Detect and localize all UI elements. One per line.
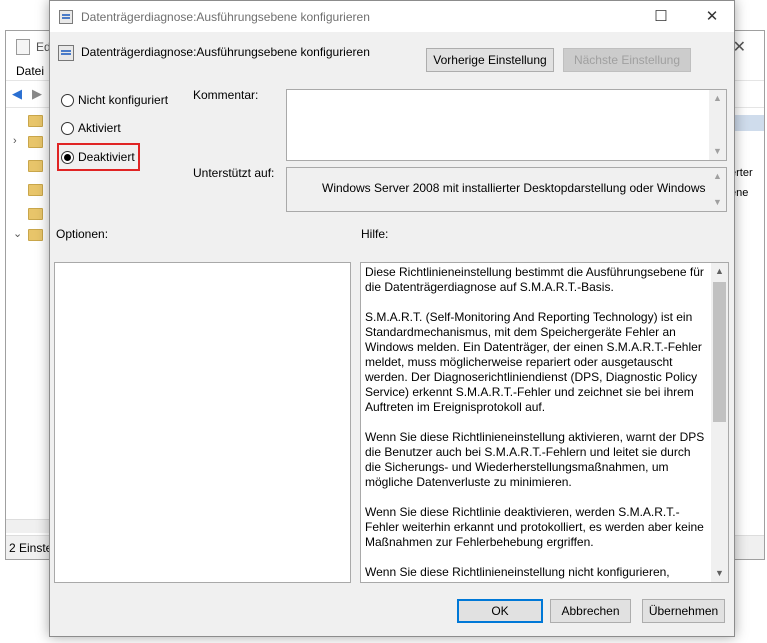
options-label: Optionen: xyxy=(56,227,109,241)
radio-enabled[interactable]: Aktiviert xyxy=(61,119,121,137)
background-window-title: Edi xyxy=(16,39,53,55)
dialog-titlebar: Datenträgerdiagnose:Ausführungsebene kon… xyxy=(50,1,734,32)
scroll-down-icon[interactable]: ▼ xyxy=(709,143,726,160)
comment-textbox[interactable]: ▲ ▼ xyxy=(286,89,727,161)
folder-icon[interactable] xyxy=(28,229,43,241)
help-paragraph: Wenn Sie diese Richtlinieneinstellung ak… xyxy=(365,430,705,489)
selection-highlight-box xyxy=(57,143,140,171)
scroll-down-icon[interactable]: ▼ xyxy=(709,194,726,211)
scroll-up-icon[interactable]: ▲ xyxy=(711,263,728,280)
policy-header-title: Datenträgerdiagnose:Ausführungsebene kon… xyxy=(81,45,370,59)
policy-settings-dialog: Datenträgerdiagnose:Ausführungsebene kon… xyxy=(49,0,735,637)
help-label: Hilfe: xyxy=(361,227,389,241)
help-paragraph: Diese Richtlinieneinstellung bestimmt di… xyxy=(365,265,704,294)
supported-on-box: Windows Server 2008 mit installierter De… xyxy=(286,167,727,212)
folder-icon[interactable] xyxy=(28,184,43,196)
radio-label: Aktiviert xyxy=(78,121,121,135)
supported-on-text: Windows Server 2008 mit installierter De… xyxy=(322,181,706,195)
scroll-thumb[interactable] xyxy=(713,282,726,422)
policy-icon xyxy=(59,10,73,24)
help-paragraph: Wenn Sie diese Richtlinie deaktivieren, … xyxy=(365,505,704,549)
radio-label: Nicht konfiguriert xyxy=(78,93,169,107)
horizontal-scrollbar[interactable] xyxy=(6,519,50,533)
folder-icon[interactable] xyxy=(28,115,43,127)
document-icon xyxy=(16,39,30,55)
selected-row-highlight xyxy=(730,115,764,131)
supported-label: Unterstützt auf: xyxy=(193,166,275,180)
ok-button[interactable]: OK xyxy=(457,599,543,623)
help-paragraph: Wenn Sie diese Richtlinieneinstellung ni… xyxy=(365,565,670,579)
previous-setting-button[interactable]: Vorherige Einstellung xyxy=(426,48,554,72)
radio-button-icon[interactable] xyxy=(61,121,74,135)
back-arrow-icon[interactable]: ◀ xyxy=(12,87,26,100)
options-panel xyxy=(54,262,351,583)
help-text: Diese Richtlinieneinstellung bestimmt di… xyxy=(365,265,709,582)
folder-icon[interactable] xyxy=(28,160,43,172)
supported-scrollbar[interactable]: ▲ ▼ xyxy=(709,168,726,211)
next-setting-button[interactable]: Nächste Einstellung xyxy=(563,48,691,72)
cancel-button[interactable]: Abbrechen xyxy=(550,599,631,623)
scroll-up-icon[interactable]: ▲ xyxy=(709,168,726,185)
policy-header-icon xyxy=(58,45,74,61)
scroll-up-icon[interactable]: ▲ xyxy=(709,90,726,107)
help-scrollbar[interactable]: ▲ ▼ xyxy=(711,263,728,582)
close-icon[interactable]: ✕ xyxy=(689,1,735,32)
comment-label: Kommentar: xyxy=(193,88,259,102)
maximize-icon[interactable]: ☐ xyxy=(638,1,684,32)
help-paragraph: S.M.A.R.T. (Self-Monitoring And Reportin… xyxy=(365,310,702,414)
help-panel: Diese Richtlinieneinstellung bestimmt di… xyxy=(360,262,729,583)
folder-icon[interactable] xyxy=(28,136,43,148)
radio-button-icon[interactable] xyxy=(61,93,74,107)
dialog-title: Datenträgerdiagnose:Ausführungsebene kon… xyxy=(81,10,370,24)
collapse-arrow-icon[interactable]: ⌄ xyxy=(13,227,22,240)
comment-scrollbar[interactable]: ▲ ▼ xyxy=(709,90,726,160)
background-tree-pane: › ⌄ xyxy=(6,109,50,529)
forward-arrow-icon[interactable]: ▶ xyxy=(32,87,46,100)
apply-button[interactable]: Übernehmen xyxy=(642,599,725,623)
scroll-down-icon[interactable]: ▼ xyxy=(711,565,728,582)
expand-arrow-icon[interactable]: › xyxy=(13,135,17,147)
menu-file[interactable]: Datei xyxy=(16,64,44,78)
folder-icon[interactable] xyxy=(28,208,43,220)
radio-not-configured[interactable]: Nicht konfiguriert xyxy=(61,91,168,109)
